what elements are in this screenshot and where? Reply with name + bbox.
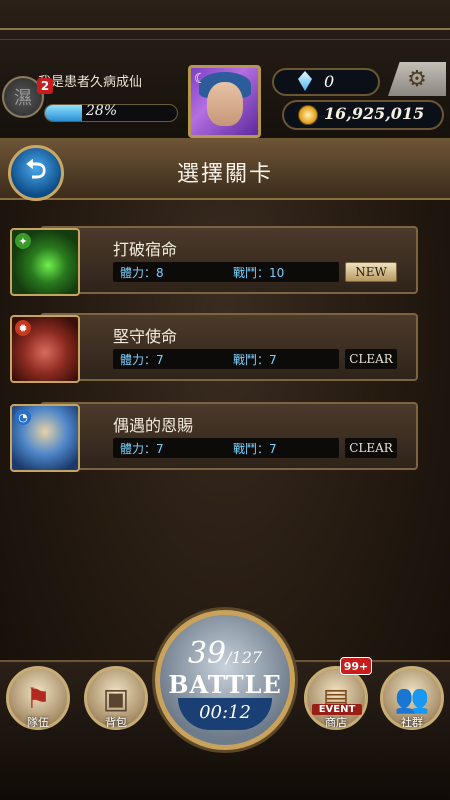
quest-panel [40,226,418,294]
quest-name: 堅守使命 [113,327,178,346]
nav-social-label: 社群 [401,716,423,729]
level-badge: 2 [37,78,53,94]
quest-boss-thumbnail: ◔ [10,404,80,472]
fire-element-icon: ✹ [15,320,31,336]
nav-shop-label: 商店 [325,716,347,729]
quest-panel [40,402,418,470]
quest-name: 打破宿命 [113,240,178,259]
quest-panel [40,313,418,381]
battle-stamina: 39/127 [174,636,276,671]
quest-boss-thumbnail: ✦ [10,228,80,296]
water-element-icon: ◔ [15,409,31,425]
player-name: 我是患者久病成仙 [38,75,143,90]
nav-team-label: 隊伍 [27,716,49,729]
nav-bag-label: 背包 [105,716,127,729]
exp-bar-fill [45,105,82,121]
quest-name: 偶遇的恩賜 [113,416,194,435]
quest-row[interactable]: ✦ 打破宿命 體力：8 戰鬥：10 NEW [0,226,420,296]
quest-stamina: 體力：7 [120,442,164,456]
exp-percent: 28% [86,103,118,119]
battle-label: BATTLE [168,670,282,699]
avatar-face [207,82,243,126]
page-title: 選擇關卡 [176,162,273,187]
stamina-current: 39 [187,636,227,671]
dark-element-icon: ☾ [194,71,207,87]
quest-boss-thumbnail: ✹ [10,315,80,383]
top-ornament [0,28,450,40]
coin-icon [298,105,318,125]
quest-status-badge: CLEAR [345,438,397,458]
quest-row[interactable]: ◔ 偶遇的恩賜 體力：7 戰鬥：7 CLEAR [0,402,420,472]
gem-count: 0 [324,72,335,91]
stamina-max: /127 [226,648,263,667]
shop-notification-badge: 99+ [340,657,372,675]
quest-stamina: 體力：8 [120,266,164,280]
player-avatar[interactable]: ☾ [188,65,261,138]
quest-battles: 戰鬥：7 [233,353,277,367]
quest-battles: 戰鬥：7 [233,442,277,456]
quest-status-badge: NEW [345,262,397,282]
quest-stamina: 體力：7 [120,353,164,367]
quest-row[interactable]: ✹ 堅守使命 體力：7 戰鬥：7 CLEAR [0,313,420,383]
quest-battles: 戰鬥：10 [233,266,285,280]
quest-status-badge: CLEAR [345,349,397,369]
coin-count: 16,925,015 [324,104,425,123]
wood-element-icon: ✦ [15,233,31,249]
